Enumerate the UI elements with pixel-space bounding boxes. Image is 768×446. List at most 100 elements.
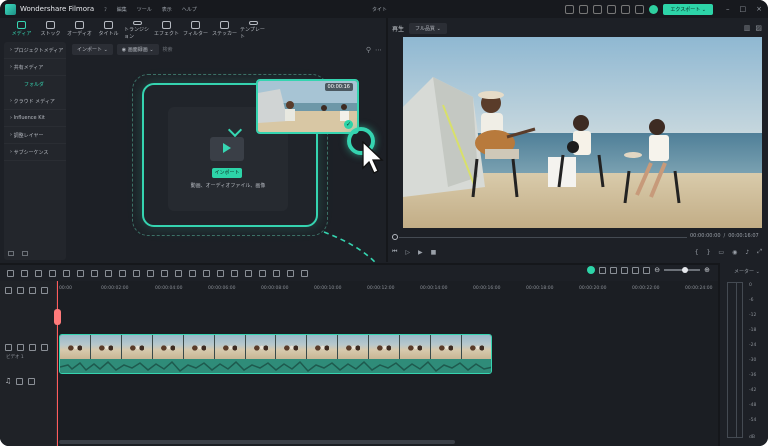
tab-audio[interactable]: オーディオ	[66, 18, 93, 40]
minimize-icon[interactable]: –	[726, 5, 730, 13]
save-icon[interactable]	[635, 5, 645, 14]
meter-dropdown[interactable]: メーター ⌄	[734, 268, 760, 275]
mic-icon[interactable]	[610, 266, 618, 274]
playhead-line[interactable]	[57, 281, 58, 446]
menu-view[interactable]: 表示	[162, 6, 172, 13]
menu-edit[interactable]: 編集	[117, 6, 127, 13]
preview-video[interactable]	[403, 37, 762, 228]
step-back-icon[interactable]: ⏮	[392, 248, 397, 256]
menu-file[interactable]: ﾌ	[104, 6, 107, 13]
sidebar-item-cloud-media[interactable]: › クラウド メディア	[4, 93, 66, 110]
select-icon[interactable]	[21, 269, 28, 277]
cloud-icon[interactable]	[621, 5, 631, 14]
crop-icon[interactable]	[91, 269, 98, 277]
more-icon[interactable]: ⋯	[375, 46, 382, 54]
zoom-out-icon[interactable]: ⊖	[654, 266, 660, 274]
mask-icon[interactable]	[175, 269, 182, 277]
tab-stickers[interactable]: ステッカー	[211, 18, 238, 40]
lock-icon[interactable]	[17, 344, 24, 351]
menu-help[interactable]: ヘルプ	[182, 6, 197, 13]
marker-icon[interactable]	[273, 269, 280, 277]
delete-icon[interactable]	[63, 269, 70, 277]
import-dropdown[interactable]: インポート ⌄	[72, 44, 113, 55]
play-back-icon[interactable]: ▷	[405, 249, 410, 256]
tab-templates[interactable]: テンプレート	[240, 18, 267, 40]
layout-icon[interactable]	[565, 5, 575, 14]
display-icon[interactable]: ▭	[718, 249, 724, 256]
keyframe-icon[interactable]	[217, 269, 224, 277]
motion-icon[interactable]	[245, 269, 252, 277]
sidebar-item-shared-media[interactable]: › 共有メディア	[4, 59, 66, 76]
sidebar-item-influence-kit[interactable]: › Influence Kit	[4, 110, 66, 127]
filter-icon[interactable]: ⚲	[366, 46, 371, 54]
close-icon[interactable]: ×	[756, 5, 762, 13]
ai-icon[interactable]	[161, 269, 168, 277]
tab-transitions[interactable]: トランジション	[124, 18, 151, 40]
maximize-icon[interactable]: □	[740, 5, 747, 13]
ripple-icon[interactable]	[41, 287, 48, 294]
group-icon[interactable]	[287, 269, 294, 277]
menu-tools[interactable]: ツール	[137, 6, 152, 13]
snapshot-icon[interactable]: ◉	[732, 249, 737, 256]
folder-icon[interactable]	[22, 251, 28, 256]
scrubber-knob[interactable]	[392, 234, 398, 240]
snapshot-icon[interactable]: ▨	[755, 24, 762, 32]
tab-effects[interactable]: エフェクト	[153, 18, 180, 40]
new-folder-icon[interactable]	[8, 251, 14, 256]
tab-stock[interactable]: ストック	[37, 18, 64, 40]
render-icon[interactable]	[259, 269, 266, 277]
magnet-icon[interactable]	[17, 287, 24, 294]
zoom-slider[interactable]	[664, 267, 701, 273]
speed-icon[interactable]	[133, 269, 140, 277]
add-track-icon[interactable]	[5, 287, 12, 294]
tab-media[interactable]: メディア	[8, 18, 35, 40]
audio-icon[interactable]	[203, 269, 210, 277]
redo-icon[interactable]	[49, 269, 56, 277]
compare-icon[interactable]: ▥	[744, 24, 751, 32]
timeline-scrollbar[interactable]	[59, 440, 455, 444]
undo-icon[interactable]	[35, 269, 42, 277]
feedback-icon[interactable]	[579, 5, 589, 14]
quality-dropdown[interactable]: フル品質 ⌄	[409, 22, 447, 34]
fullscreen-icon[interactable]: ⤢	[757, 248, 762, 256]
link-track-icon[interactable]	[29, 287, 36, 294]
playhead-handle[interactable]	[54, 309, 61, 325]
adjust-icon[interactable]	[189, 269, 196, 277]
sidebar-item-project-media[interactable]: › プロジェクトメディア	[4, 42, 66, 59]
voiceover-icon[interactable]	[621, 266, 629, 274]
color-icon[interactable]	[119, 269, 126, 277]
speaker-icon[interactable]	[28, 377, 36, 385]
sidebar-item-adjustment-layer[interactable]: › 調整レイヤー	[4, 127, 66, 144]
sidebar-item-folder[interactable]: フォルダ	[4, 76, 66, 93]
zoom-in-icon[interactable]: ⊕	[704, 266, 710, 274]
play-icon[interactable]: ▶	[418, 249, 423, 256]
media-thumbnail[interactable]: 00:00:16 ✓	[256, 79, 359, 134]
lock-icon[interactable]	[16, 377, 24, 385]
volume-icon[interactable]: ♪	[745, 249, 749, 256]
timeline-ruler[interactable]: 00:00 00:00:02:00 00:00:04:00 00:00:06:0…	[57, 284, 717, 294]
gift-icon[interactable]	[593, 5, 603, 14]
sidebar-item-subsequence[interactable]: › サブシーケンス	[4, 144, 66, 161]
pip-icon[interactable]	[632, 266, 640, 274]
link-icon[interactable]	[301, 269, 308, 277]
avatar[interactable]	[649, 5, 659, 14]
split-icon[interactable]	[77, 269, 84, 277]
video-clip[interactable]	[59, 334, 492, 374]
mark-out-icon[interactable]: }	[707, 249, 711, 256]
download-icon[interactable]	[607, 5, 617, 14]
timer-icon[interactable]	[147, 269, 154, 277]
record-dropdown[interactable]: ◉ 画面録画 ⌄	[116, 44, 159, 55]
tab-titles[interactable]: タイトル	[95, 18, 122, 40]
search-input[interactable]: 検索	[163, 46, 362, 53]
shield-icon[interactable]	[599, 266, 607, 274]
ai-assist-icon[interactable]	[587, 266, 596, 274]
grid-icon[interactable]	[643, 266, 651, 274]
stop-icon[interactable]: ■	[431, 249, 437, 256]
stabilize-icon[interactable]	[231, 269, 238, 277]
layout-icon[interactable]	[7, 269, 14, 277]
import-button[interactable]: インポート	[212, 168, 242, 178]
export-button[interactable]: エクスポート ⌄	[663, 4, 713, 15]
mark-in-icon[interactable]: {	[695, 249, 699, 256]
zoom-icon[interactable]	[105, 269, 112, 277]
tab-filters[interactable]: フィルター	[182, 18, 209, 40]
